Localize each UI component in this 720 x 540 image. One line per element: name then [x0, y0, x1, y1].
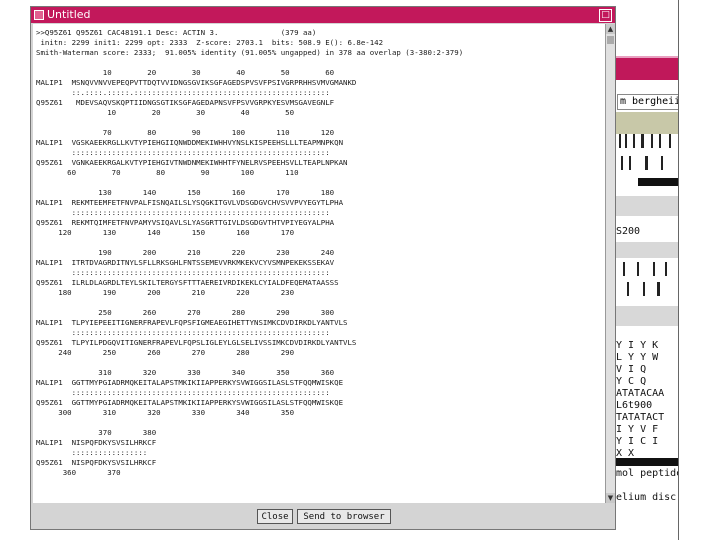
- background-seq-row: Y I Y K: [616, 340, 659, 351]
- background-seq-row: I Y V F: [616, 424, 659, 435]
- background-barcode: [615, 282, 678, 296]
- alignment-line: 190 200 210 220 230 240: [36, 248, 335, 257]
- background-seq-row: L Y Y W: [616, 352, 659, 363]
- maximize-icon[interactable]: □: [599, 9, 612, 22]
- vertical-scrollbar[interactable]: ▲ ▼: [605, 24, 615, 503]
- alignment-line: 10 20 30 40 50: [36, 108, 295, 117]
- background-olive-band: [615, 112, 678, 134]
- background-gray-band: [615, 242, 678, 258]
- alignment-line: 370 380: [36, 428, 157, 437]
- background-barcode: [615, 262, 678, 276]
- close-button[interactable]: Close: [257, 509, 293, 524]
- scroll-down-arrow-icon[interactable]: ▼: [606, 493, 615, 503]
- alignment-line: MALIP1 GGTTMYPGIADRMQKEITALAPSTMKIKIIAPP…: [36, 378, 344, 387]
- alignment-line: ::::::::::::::::::::::::::::::::::::::::…: [36, 148, 330, 157]
- background-block: [615, 458, 678, 466]
- alignment-line: 250 260 270 280 290 300: [36, 308, 335, 317]
- alignment-line: 240 250 260 270 280 290: [36, 348, 295, 357]
- scroll-up-arrow-icon[interactable]: ▲: [606, 24, 615, 34]
- alignment-line: 360 370: [36, 468, 121, 477]
- alignment-line: Q95Z61 NISPQFDKYSVSILHRKCF: [36, 458, 157, 467]
- alignment-text-area[interactable]: >>Q95Z61 Q95Z61 CAC48191.1 Desc: ACTIN 3…: [33, 24, 605, 503]
- background-code-text: S200: [616, 226, 641, 237]
- alignment-line: ::::::::::::::::::::::::::::::::::::::::…: [36, 208, 330, 217]
- background-block: [638, 178, 678, 186]
- alignment-line: Q95Z61 ILRLDLAGRDLTEYLSKILTERGYSFTTTAERE…: [36, 278, 339, 287]
- alignment-line: 10 20 30 40 50 60: [36, 68, 335, 77]
- background-header-band: [615, 58, 678, 80]
- background-search-input[interactable]: m bergheii: [617, 94, 678, 110]
- send-to-browser-button[interactable]: Send to browser: [297, 509, 391, 524]
- alignment-line: 300 310 320 330 340 350: [36, 408, 295, 417]
- background-right-edge: [678, 0, 720, 540]
- alignment-line: Q95Z61 REKMTQIMFETFNVPAMYVSIQAVLSLYASGRT…: [36, 218, 335, 227]
- background-gray-band: [615, 306, 678, 326]
- alignment-output: >>Q95Z61 Q95Z61 CAC48191.1 Desc: ACTIN 3…: [33, 24, 463, 478]
- background-seq-row: ATATACAA: [616, 388, 665, 399]
- alignment-line: MALIP1 MSNQVVNVVEPEQPVTTDQTVVIDNGSGVIKSG…: [36, 78, 357, 87]
- alignment-line: Q95Z61 TLPYILPDGQVITIGNERFRAPEVLFQPSLIGL…: [36, 338, 357, 347]
- background-gray-band: [615, 196, 678, 216]
- alignment-line: Q95Z61 GGTTMYPGIADRMQKEITALAPSTMKIKIIAPP…: [36, 398, 344, 407]
- button-bar: Close Send to browser: [33, 504, 615, 529]
- background-seq-row: L6t900: [616, 400, 653, 411]
- alignment-line: ::.::::.:::::.::::::::::::::::::::::::::…: [36, 88, 330, 97]
- background-seq-row: Y C Q: [616, 376, 647, 387]
- alignment-line: 120 130 140 150 160 170: [36, 228, 295, 237]
- alignment-line: 130 140 150 160 170 180: [36, 188, 335, 197]
- scroll-thumb[interactable]: [607, 36, 614, 44]
- background-tail-text: mol peptide: [616, 468, 678, 479]
- alignment-line: Smith-Waterman score: 2333; 91.005% iden…: [36, 48, 464, 57]
- alignment-line: initn: 2299 init1: 2299 opt: 2333 Z-scor…: [36, 38, 384, 47]
- alignment-line: ::::::::::::::::::::::::::::::::::::::::…: [36, 328, 330, 337]
- alignment-line: 70 80 90 100 110 120: [36, 128, 335, 137]
- alignment-line: 60 70 80 90 100 110: [36, 168, 299, 177]
- alignment-line: ::::::::::::::::::::::::::::::::::::::::…: [36, 268, 330, 277]
- alignment-line: MALIP1 ITRTDVAGRDITNYLSFLLRKSGHLFNTSSEME…: [36, 258, 335, 267]
- alignment-line: MALIP1 REKMTEEMFETFNVPALFISNQAILSLYSQGKI…: [36, 198, 344, 207]
- alignment-line: MALIP1 VGSKAEEKRGLLKVTYPIEHGIIQNWDDMEKIW…: [36, 138, 344, 147]
- background-barcode: [615, 156, 678, 170]
- background-tail-text: elium disc: [616, 492, 677, 503]
- window-title: Untitled: [47, 8, 91, 21]
- background-barcode: [615, 134, 678, 148]
- alignment-line: Q95Z61 MDEVSAQVSKQPTIIDNGSGTIKSGFAGEDAPN…: [36, 98, 335, 107]
- background-app: m bergheii S200 Y I Y K L Y Y W V I Q Y …: [615, 6, 678, 530]
- alignment-line: ::::::::::::::::::::::::::::::::::::::::…: [36, 388, 330, 397]
- alignment-line: 180 190 200 210 220 230: [36, 288, 295, 297]
- alignment-line: :::::::::::::::::: [36, 448, 148, 457]
- title-bar[interactable]: Untitled □: [31, 7, 615, 23]
- background-seq-row: TATATACT: [616, 412, 665, 423]
- alignment-window: Untitled □ >>Q95Z61 Q95Z61 CAC48191.1 De…: [30, 6, 616, 530]
- alignment-line: MALIP1 TLPYIEPEEITIGNERFRAPEVLFQPSFIGMEA…: [36, 318, 348, 327]
- alignment-line: 310 320 330 340 350 360: [36, 368, 335, 377]
- window-menu-icon[interactable]: [34, 10, 44, 20]
- background-seq-row: V I Q: [616, 364, 647, 375]
- alignment-line: >>Q95Z61 Q95Z61 CAC48191.1 Desc: ACTIN 3…: [36, 28, 317, 37]
- alignment-line: MALIP1 NISPQFDKYSVSILHRKCF: [36, 438, 157, 447]
- alignment-line: Q95Z61 VGNKAEEKRGALKVTYPIEHGIVTNWDNMEKIW…: [36, 158, 348, 167]
- background-seq-row: Y I C I: [616, 436, 659, 447]
